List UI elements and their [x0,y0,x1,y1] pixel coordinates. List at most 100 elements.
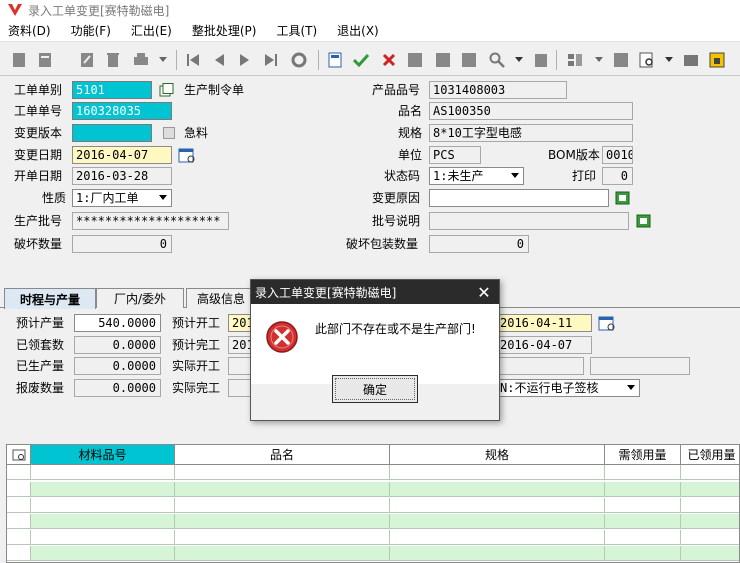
query-icon[interactable] [36,50,54,70]
schedule-blank-field-2 [590,357,690,375]
toolbar-separator [176,50,177,70]
order-no-field[interactable]: 160328035 [72,102,172,120]
last-record-icon[interactable] [262,50,280,70]
table-row[interactable] [7,465,739,480]
tab-advanced[interactable]: 高级信息 [186,288,256,308]
layout-icon[interactable] [566,50,584,70]
copy-icon[interactable] [460,50,478,70]
bom-version-label: BOM版本 [548,148,600,162]
window-titlebar: 录入工单变更[赛特勒磁电] [0,0,740,20]
menu-data[interactable]: 资料(D) [8,22,51,39]
table-row[interactable] [7,530,739,545]
layout-dropdown-icon[interactable] [590,50,608,70]
schedule-blank-field-1 [496,357,584,375]
print-icon[interactable] [132,50,150,70]
tab-schedule[interactable]: 时程与产量 [4,288,96,309]
e-sign-select[interactable]: N:不运行电子签核 [496,379,640,397]
window-title: 录入工单变更[赛特勒磁电] [28,3,170,18]
print-count-label: 打印 [572,169,597,183]
approve-icon[interactable] [406,50,424,70]
ok-button[interactable]: 确定 [332,375,418,403]
preview-dropdown-icon[interactable] [660,50,678,70]
menu-function[interactable]: 功能(F) [71,22,111,39]
refresh-icon[interactable] [290,50,308,70]
plan-end-label: 预计完工 [172,338,221,352]
delete-icon[interactable] [104,50,122,70]
order-type-label: 工单单别 [14,83,63,97]
clipboard-icon[interactable] [532,50,550,70]
open-date-field: 2016-03-28 [72,167,172,185]
col-spec[interactable]: 规格 [390,445,605,465]
order-type-field[interactable]: 5101 [72,81,152,99]
change-date-field[interactable]: 2016-04-07 [72,146,172,164]
scrap-qty-field: 0.0000 [74,379,161,397]
urgent-label: 急料 [184,126,209,140]
reason-lookup-icon[interactable] [615,191,631,205]
damage-qty-field: 0 [72,235,172,253]
lock-icon[interactable] [708,50,726,70]
print-count-field: 0 [602,167,633,185]
plan-qty-field[interactable]: 540.0000 [74,314,161,332]
grid-corner-icon[interactable] [7,445,31,465]
actual-end-label: 实际完工 [172,381,221,395]
close-icon[interactable]: ✕ [475,282,493,302]
plan-qty-label: 预计产量 [16,316,65,330]
urgent-checkbox[interactable] [163,127,175,139]
bom-version-field: 0010 [602,146,633,164]
error-icon [266,321,298,353]
calculator-icon[interactable] [326,50,344,70]
folder-icon[interactable] [682,50,700,70]
order-no-label: 工单单号 [14,104,63,118]
materials-grid: 材料品号 品名 规格 需领用量 已领用量 [6,444,740,563]
app-logo-icon [8,4,22,16]
table-row[interactable] [7,546,739,561]
prev-record-icon[interactable] [210,50,228,70]
col-issued-qty[interactable]: 已领用量 [681,445,739,465]
calendar-icon[interactable] [178,147,196,163]
e-sign-value: N:不运行电子签核 [500,381,599,395]
confirm-icon[interactable] [352,50,370,70]
print-dropdown-icon[interactable] [154,50,172,70]
change-reason-label: 变更原因 [372,191,421,205]
tab-inhouse-outsource[interactable]: 厂内/委外 [96,288,184,308]
table-row[interactable] [7,498,739,513]
next-record-icon[interactable] [236,50,254,70]
menu-batch[interactable]: 整批处理(P) [192,22,257,39]
search-dropdown-icon[interactable] [510,50,528,70]
col-product-name[interactable]: 品名 [175,445,390,465]
scrap-qty-label: 报废数量 [16,381,65,395]
cancel-icon[interactable] [380,50,398,70]
first-record-icon[interactable] [184,50,202,70]
order-type-lookup-icon[interactable] [159,83,175,97]
edit-icon[interactable] [78,50,96,70]
received-sets-label: 已领套数 [16,338,65,352]
batch-note-lookup-icon[interactable] [636,214,652,228]
batch-no-label: 生产批号 [14,214,63,228]
batch-no-field: ******************** [72,212,229,230]
menu-exit[interactable]: 退出(X) [337,22,379,39]
open-date-label: 开单日期 [14,169,63,183]
new-icon[interactable] [10,50,28,70]
date-field-a[interactable]: 2016-04-11 [496,314,592,332]
nature-select[interactable]: 1:厂内工单 [72,189,172,207]
export-icon[interactable] [612,50,630,70]
change-version-label: 变更版本 [14,126,63,140]
search-icon[interactable] [488,50,506,70]
date-field-b: 2016-04-07 [496,336,592,354]
chevron-down-icon [623,380,639,396]
menu-tools[interactable]: 工具(T) [276,22,317,39]
table-row[interactable] [7,482,739,497]
table-row[interactable] [7,514,739,529]
batch-note-field [429,212,629,230]
dialog-message: 此部门不存在或不是生产部门! [315,322,476,336]
col-material-no[interactable]: 材料品号 [31,445,175,465]
menu-export[interactable]: 汇出(E) [131,22,172,39]
calendar-icon[interactable] [598,315,616,331]
status-select[interactable]: 1:未生产 [429,167,524,185]
col-required-qty[interactable]: 需领用量 [605,445,681,465]
unapprove-icon[interactable] [434,50,452,70]
change-reason-field[interactable] [429,189,609,207]
change-version-field[interactable] [72,124,152,142]
preview-icon[interactable] [638,50,656,70]
product-no-label: 产品品号 [372,83,421,97]
